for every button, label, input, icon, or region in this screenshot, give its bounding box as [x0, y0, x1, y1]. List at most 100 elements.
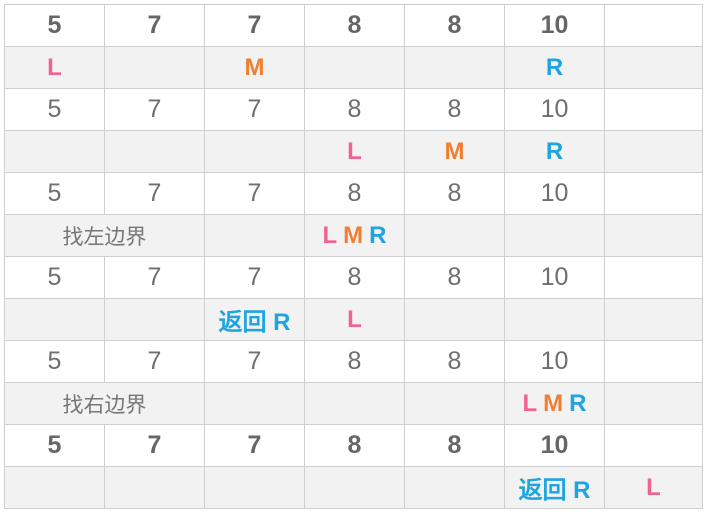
- empty-cell: [604, 382, 703, 425]
- empty-cell: [304, 46, 405, 89]
- array-value-cell: 8: [304, 172, 405, 215]
- array-value-cell: 10: [504, 256, 605, 299]
- array-value-cell: 7: [204, 172, 305, 215]
- empty-cell: [4, 298, 105, 341]
- array-value-cell: 7: [104, 340, 205, 383]
- array-value-cell: 5: [4, 424, 105, 467]
- pointer-cell: L: [604, 466, 703, 509]
- step-label: 找右边界: [4, 382, 205, 425]
- step-label-text: 找左边界: [62, 225, 147, 249]
- pointer-row: 返回 R L: [4, 298, 703, 341]
- pointer-l-marker: L: [347, 306, 362, 333]
- array-value-cell: 10: [504, 88, 605, 131]
- array-value-cell: 8: [404, 172, 505, 215]
- pointer-m-marker: M: [343, 222, 364, 249]
- array-value-cell: 8: [404, 256, 505, 299]
- empty-cell: [604, 88, 703, 131]
- pointer-cell: LMR: [504, 382, 605, 425]
- array-values-row: 5 7 7 8 8 10: [4, 88, 703, 131]
- array-value-cell: 5: [4, 88, 105, 131]
- array-value-cell: 7: [204, 340, 305, 383]
- empty-cell: [104, 46, 205, 89]
- step-label-text: 找右边界: [62, 393, 147, 417]
- array-value-cell: 5: [4, 172, 105, 215]
- pointer-cell: LMR: [304, 214, 405, 257]
- array-value-cell: 5: [4, 340, 105, 383]
- empty-cell: [204, 214, 305, 257]
- array-value-cell: 8: [304, 88, 405, 131]
- pointer-cell: M: [404, 130, 505, 173]
- pointer-r-marker: R: [545, 138, 564, 165]
- empty-cell: [504, 298, 605, 341]
- array-value-cell: 7: [104, 88, 205, 131]
- array-value-cell: 7: [204, 256, 305, 299]
- empty-cell: [304, 382, 405, 425]
- array-value-cell: 7: [204, 88, 305, 131]
- array-values-row: 5 7 7 8 8 10: [4, 4, 703, 47]
- array-value-cell: 8: [304, 4, 405, 47]
- empty-cell: [404, 382, 505, 425]
- pointer-cell: L: [304, 298, 405, 341]
- pointer-m-marker: M: [444, 138, 465, 165]
- pointer-cell: L: [4, 46, 105, 89]
- empty-cell: [104, 130, 205, 173]
- array-value-cell: 8: [304, 340, 405, 383]
- empty-cell: [104, 298, 205, 341]
- empty-cell: [604, 298, 703, 341]
- array-value-cell: 7: [204, 4, 305, 47]
- pointer-row: LMR: [4, 130, 703, 173]
- empty-cell: [404, 46, 505, 89]
- return-r-marker: 返回 R: [218, 309, 291, 336]
- pointer-row: LMR: [4, 46, 703, 89]
- empty-cell: [404, 298, 505, 341]
- pointer-m-marker: M: [244, 54, 265, 81]
- array-value-cell: 10: [504, 340, 605, 383]
- pointer-cell: 返回 R: [204, 298, 305, 341]
- binary-search-trace-table: 5 7 7 8 8 10 L M R 5 7 7 8 8 10 L M R 5 7 7 8 8 10 找左边界 L M R 5 7 7 8 8 1…: [4, 4, 703, 509]
- empty-cell: [504, 214, 605, 257]
- pointer-r-marker: R: [569, 390, 587, 417]
- array-value-cell: 10: [504, 424, 605, 467]
- empty-cell: [304, 466, 405, 509]
- empty-cell: [604, 130, 703, 173]
- pointer-l-marker: L: [322, 222, 338, 249]
- array-values-row: 5 7 7 8 8 10: [4, 172, 703, 215]
- empty-cell: [604, 4, 703, 47]
- array-value-cell: 8: [404, 424, 505, 467]
- array-value-cell: 8: [404, 4, 505, 47]
- array-value-cell: 10: [504, 172, 605, 215]
- pointer-cell: 返回 R: [504, 466, 605, 509]
- array-value-cell: 10: [504, 4, 605, 47]
- pointer-row: 找左边界 L M R: [4, 214, 703, 257]
- array-value-cell: 7: [104, 424, 205, 467]
- empty-cell: [4, 466, 105, 509]
- empty-cell: [404, 214, 505, 257]
- pointer-l-marker: L: [646, 474, 661, 501]
- return-r-marker: 返回 R: [518, 477, 591, 504]
- empty-cell: [204, 130, 305, 173]
- step-label: 找左边界: [4, 214, 205, 257]
- array-value-cell: 8: [304, 256, 405, 299]
- array-value-cell: 8: [404, 340, 505, 383]
- empty-cell: [404, 466, 505, 509]
- pointer-l-marker: L: [347, 138, 362, 165]
- empty-cell: [4, 130, 105, 173]
- array-value-cell: 5: [4, 256, 105, 299]
- array-value-cell: 5: [4, 4, 105, 47]
- pointer-row: 返回 R L: [4, 466, 703, 509]
- array-value-cell: 7: [204, 424, 305, 467]
- empty-cell: [204, 382, 305, 425]
- pointer-r-marker: R: [545, 54, 564, 81]
- empty-cell: [204, 466, 305, 509]
- array-value-cell: 8: [304, 424, 405, 467]
- pointer-cell: R: [504, 130, 605, 173]
- empty-cell: [604, 214, 703, 257]
- pointer-r-marker: R: [369, 222, 387, 249]
- pointer-row: 找右边界 L M R: [4, 382, 703, 425]
- empty-cell: [604, 256, 703, 299]
- array-value-cell: 7: [104, 256, 205, 299]
- empty-cell: [604, 424, 703, 467]
- array-values-row: 5 7 7 8 8 10: [4, 256, 703, 299]
- array-value-cell: 7: [104, 4, 205, 47]
- empty-cell: [604, 172, 703, 215]
